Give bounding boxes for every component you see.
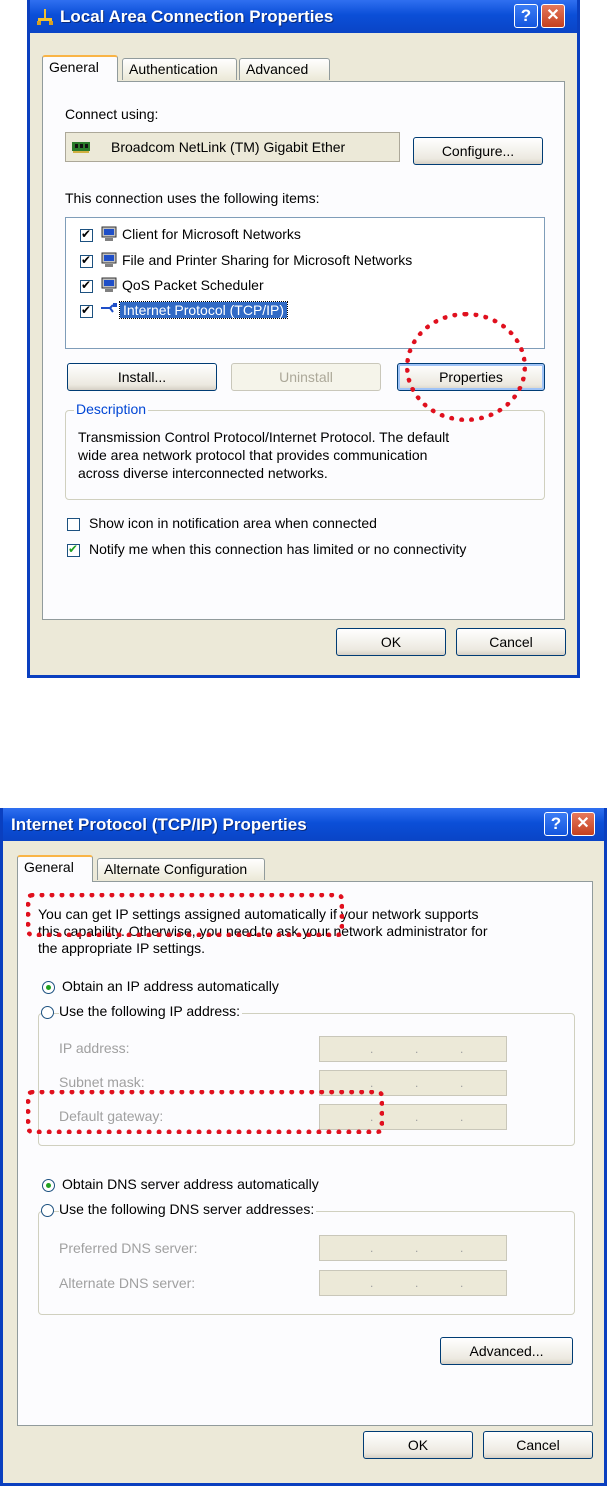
tab-advanced[interactable]: Advanced (239, 58, 330, 80)
description-group: Description Transmission Control Protoco… (65, 401, 545, 500)
alternate-dns-field[interactable]: ... (319, 1270, 507, 1296)
preferred-dns-label: Preferred DNS server: (59, 1240, 198, 1256)
tab-general[interactable]: General (17, 855, 93, 882)
dialog1-title: Local Area Connection Properties (60, 7, 334, 26)
ip-address-label: IP address: (59, 1040, 130, 1056)
install-button[interactable]: Install... (67, 363, 217, 391)
protocol-icon (101, 303, 117, 313)
item-label: Client for Microsoft Networks (122, 226, 301, 242)
description-title: Description (74, 401, 149, 417)
obtain-ip-label: Obtain an IP address automatically (62, 978, 279, 994)
ok-button[interactable]: OK (336, 628, 446, 656)
subnet-mask-label: Subnet mask: (59, 1074, 145, 1090)
scheduler-icon (101, 277, 117, 292)
item-checkbox[interactable] (80, 278, 93, 293)
use-dns-radio[interactable] (41, 1204, 54, 1217)
description-line: Transmission Control Protocol/Internet P… (78, 429, 450, 445)
item-label: QoS Packet Scheduler (122, 277, 264, 293)
item-label: Internet Protocol (TCP/IP) (118, 301, 289, 319)
show-icon-checkbox[interactable] (67, 518, 80, 531)
network-client-icon (101, 226, 117, 241)
use-dns-label: Use the following DNS server addresses: (59, 1201, 317, 1217)
notify-checkbox[interactable] (67, 542, 80, 557)
item-checkbox[interactable] (80, 303, 93, 318)
close-button[interactable]: ✕ (541, 4, 565, 28)
preferred-dns-field[interactable]: ... (319, 1235, 507, 1261)
file-sharing-icon (101, 252, 117, 267)
adapter-name: Broadcom NetLink (TM) Gigabit Ether (111, 139, 346, 155)
obtain-dns-highlight-box (26, 1090, 384, 1134)
use-ip-radio[interactable] (41, 1006, 54, 1019)
ip-address-field[interactable]: ... (319, 1036, 507, 1062)
help-button[interactable]: ? (544, 812, 568, 836)
item-label: File and Printer Sharing for Microsoft N… (122, 252, 413, 268)
description-line: across diverse interconnected networks. (78, 465, 328, 481)
obtain-dns-radio[interactable] (42, 1179, 55, 1192)
intro-line: the appropriate IP settings. (38, 940, 206, 956)
items-label: This connection uses the following items… (65, 190, 320, 206)
ok-button[interactable]: OK (363, 1431, 473, 1459)
dialog2-general-panel: You can get IP settings assigned automat… (17, 881, 593, 1426)
advanced-button[interactable]: Advanced... (440, 1337, 573, 1365)
network-adapter-icon (72, 142, 90, 153)
network-connection-icon (37, 9, 53, 25)
dialog2-title: Internet Protocol (TCP/IP) Properties (11, 815, 307, 834)
uninstall-button[interactable]: Uninstall (231, 363, 381, 391)
dialog1-title-bar[interactable]: Local Area Connection Properties ? ✕ (30, 0, 577, 33)
tab-general[interactable]: General (42, 55, 118, 82)
obtain-ip-highlight-box (26, 893, 344, 937)
close-button[interactable]: ✕ (571, 812, 595, 836)
connect-using-label: Connect using: (65, 106, 159, 122)
obtain-ip-radio[interactable] (42, 981, 55, 994)
adapter-display: Broadcom NetLink (TM) Gigabit Ether (65, 132, 400, 162)
dialog2-title-bar[interactable]: Internet Protocol (TCP/IP) Properties ? … (3, 808, 604, 841)
dialog1-tabs: General Authentication Advanced (42, 55, 562, 82)
item-checkbox[interactable] (80, 227, 93, 242)
dialog2-tabs: General Alternate Configuration (17, 855, 577, 882)
alternate-dns-label: Alternate DNS server: (59, 1275, 196, 1291)
help-button[interactable]: ? (514, 4, 538, 28)
cancel-button[interactable]: Cancel (456, 628, 566, 656)
item-checkbox[interactable] (80, 253, 93, 268)
description-line: wide area network protocol that provides… (78, 447, 428, 463)
notify-label: Notify me when this connection has limit… (89, 541, 467, 557)
properties-highlight-circle (405, 312, 527, 422)
configure-button[interactable]: Configure... (413, 137, 543, 165)
obtain-dns-label: Obtain DNS server address automatically (62, 1176, 319, 1192)
show-icon-label: Show icon in notification area when conn… (89, 515, 377, 531)
cancel-button[interactable]: Cancel (483, 1431, 593, 1459)
static-dns-group: Use the following DNS server addresses: … (38, 1201, 575, 1315)
tab-alternate-configuration[interactable]: Alternate Configuration (97, 858, 265, 880)
tab-authentication[interactable]: Authentication (122, 58, 237, 80)
use-ip-label: Use the following IP address: (59, 1003, 243, 1019)
